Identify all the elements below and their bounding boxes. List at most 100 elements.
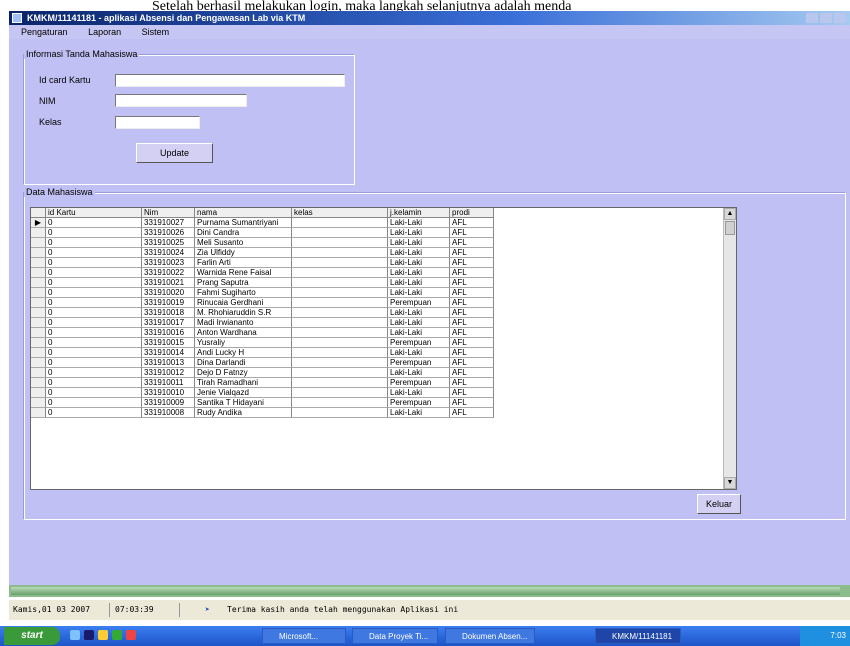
table-cell[interactable]: Dina Darlandi xyxy=(195,358,292,368)
id-card-input[interactable] xyxy=(115,74,345,87)
table-cell[interactable]: 0 xyxy=(46,238,142,248)
table-row[interactable]: 0 331910008 Rudy Andika Laki-Laki AFL xyxy=(31,408,494,418)
table-cell[interactable]: Laki-Laki xyxy=(388,268,450,278)
column-header-id-kartu[interactable]: id Kartu xyxy=(46,208,142,218)
table-row[interactable]: 0 331910018 M. Rhohiaruddin S.R Laki-Laki AF… xyxy=(31,308,494,318)
table-cell[interactable]: Laki-Laki xyxy=(388,388,450,398)
table-cell[interactable]: Laki-Laki xyxy=(388,238,450,248)
table-row[interactable]: 0 331910023 Farlin Arti Laki-Laki AFL xyxy=(31,258,494,268)
table-cell[interactable]: 331910012 xyxy=(142,368,195,378)
table-cell[interactable] xyxy=(292,328,388,338)
kelas-input[interactable] xyxy=(115,116,200,129)
table-cell[interactable]: 331910019 xyxy=(142,298,195,308)
table-cell[interactable]: 331910024 xyxy=(142,248,195,258)
table-row[interactable]: 0 331910010 Jenie Vialqazd Laki-Laki AFL xyxy=(31,388,494,398)
table-cell[interactable]: 331910026 xyxy=(142,228,195,238)
table-cell[interactable]: Santika T Hidayani xyxy=(195,398,292,408)
table-cell[interactable]: AFL xyxy=(450,238,494,248)
table-cell[interactable]: Anton Wardhana xyxy=(195,328,292,338)
table-cell[interactable]: M. Rhohiaruddin S.R xyxy=(195,308,292,318)
row-selector[interactable] xyxy=(31,318,46,328)
table-cell[interactable]: AFL xyxy=(450,318,494,328)
start-button[interactable]: start xyxy=(4,627,60,645)
table-cell[interactable]: 331910020 xyxy=(142,288,195,298)
minimize-icon[interactable] xyxy=(806,13,818,23)
scroll-thumb[interactable] xyxy=(725,221,735,235)
table-cell[interactable]: Laki-Laki xyxy=(388,348,450,358)
nim-input[interactable] xyxy=(115,94,247,107)
table-row[interactable]: 0 331910026 Dini Candra Laki-Laki AFL xyxy=(31,228,494,238)
row-selector[interactable] xyxy=(31,238,46,248)
table-cell[interactable]: Laki-Laki xyxy=(388,258,450,268)
table-row[interactable]: 0 331910014 Andi Lucky H Laki-Laki AFL xyxy=(31,348,494,358)
table-row[interactable]: 0 331910009 Santika T Hidayani Perempuan AFL xyxy=(31,398,494,408)
table-cell[interactable]: AFL xyxy=(450,248,494,258)
table-cell[interactable]: 0 xyxy=(46,218,142,228)
table-cell[interactable]: 0 xyxy=(46,338,142,348)
menu-laporan[interactable]: Laporan xyxy=(88,27,121,37)
row-selector[interactable] xyxy=(31,388,46,398)
taskbar-item[interactable]: Data Proyek Ti... xyxy=(352,628,438,644)
table-cell[interactable]: 331910025 xyxy=(142,238,195,248)
column-header-jkelamin[interactable]: j.kelamin xyxy=(388,208,450,218)
table-cell[interactable] xyxy=(292,368,388,378)
table-cell[interactable]: 331910008 xyxy=(142,408,195,418)
table-cell[interactable]: Laki-Laki xyxy=(388,308,450,318)
table-cell[interactable]: Dejo D Fatnzy xyxy=(195,368,292,378)
taskbar-item[interactable]: Dokumen Absen... xyxy=(445,628,535,644)
table-cell[interactable]: 0 xyxy=(46,318,142,328)
table-cell[interactable]: 331910018 xyxy=(142,308,195,318)
table-cell[interactable]: 331910017 xyxy=(142,318,195,328)
table-cell[interactable]: AFL xyxy=(450,358,494,368)
table-cell[interactable] xyxy=(292,268,388,278)
table-row[interactable]: 0 331910019 Rinucaia Gerdhani Perempuan AFL xyxy=(31,298,494,308)
row-selector[interactable] xyxy=(31,378,46,388)
scroll-down-arrow-icon[interactable]: ▼ xyxy=(724,477,736,489)
table-cell[interactable]: Laki-Laki xyxy=(388,368,450,378)
table-row[interactable]: 0 331910017 Madi Irwiananto Laki-Laki AFL xyxy=(31,318,494,328)
table-cell[interactable]: AFL xyxy=(450,378,494,388)
row-selector[interactable] xyxy=(31,258,46,268)
row-selector[interactable] xyxy=(31,398,46,408)
row-selector[interactable] xyxy=(31,278,46,288)
table-cell[interactable] xyxy=(292,288,388,298)
close-icon[interactable] xyxy=(834,13,846,23)
table-row[interactable]: 0 331910012 Dejo D Fatnzy Laki-Laki AFL xyxy=(31,368,494,378)
taskbar-item-active[interactable]: KMKM/11141181 xyxy=(595,628,681,644)
table-cell[interactable]: 331910015 xyxy=(142,338,195,348)
row-selector[interactable] xyxy=(31,408,46,418)
table-cell[interactable] xyxy=(292,218,388,228)
table-cell[interactable]: Farlin Arti xyxy=(195,258,292,268)
table-cell[interactable]: Laki-Laki xyxy=(388,328,450,338)
window-titlebar[interactable]: KMKM/11141181 - aplikasi Absensi dan Pen… xyxy=(9,11,850,25)
table-cell[interactable]: AFL xyxy=(450,328,494,338)
table-cell[interactable]: 0 xyxy=(46,258,142,268)
table-cell[interactable]: 331910014 xyxy=(142,348,195,358)
table-cell[interactable]: 331910027 xyxy=(142,218,195,228)
table-cell[interactable]: Perempuan xyxy=(388,338,450,348)
table-cell[interactable]: Purnama Sumantriyani xyxy=(195,218,292,228)
table-cell[interactable]: Madi Irwiananto xyxy=(195,318,292,328)
table-cell[interactable] xyxy=(292,388,388,398)
table-cell[interactable]: Tirah Ramadhani xyxy=(195,378,292,388)
table-cell[interactable] xyxy=(292,228,388,238)
row-selector[interactable] xyxy=(31,328,46,338)
column-header-nama[interactable]: nama xyxy=(195,208,292,218)
table-cell[interactable]: AFL xyxy=(450,368,494,378)
row-selector[interactable]: ▶ xyxy=(31,218,46,228)
table-cell[interactable]: 331910021 xyxy=(142,278,195,288)
table-cell[interactable] xyxy=(292,308,388,318)
table-cell[interactable]: Fahmi Sugiharto xyxy=(195,288,292,298)
table-cell[interactable]: 331910009 xyxy=(142,398,195,408)
table-cell[interactable]: AFL xyxy=(450,228,494,238)
table-cell[interactable] xyxy=(292,298,388,308)
row-selector[interactable] xyxy=(31,338,46,348)
row-selector[interactable] xyxy=(31,368,46,378)
row-selector[interactable] xyxy=(31,358,46,368)
column-header-kelas[interactable]: kelas xyxy=(292,208,388,218)
table-row[interactable]: 0 331910016 Anton Wardhana Laki-Laki AFL xyxy=(31,328,494,338)
table-cell[interactable]: AFL xyxy=(450,298,494,308)
table-cell[interactable]: Laki-Laki xyxy=(388,318,450,328)
column-header-prodi[interactable]: prodi xyxy=(450,208,494,218)
row-selector[interactable] xyxy=(31,348,46,358)
